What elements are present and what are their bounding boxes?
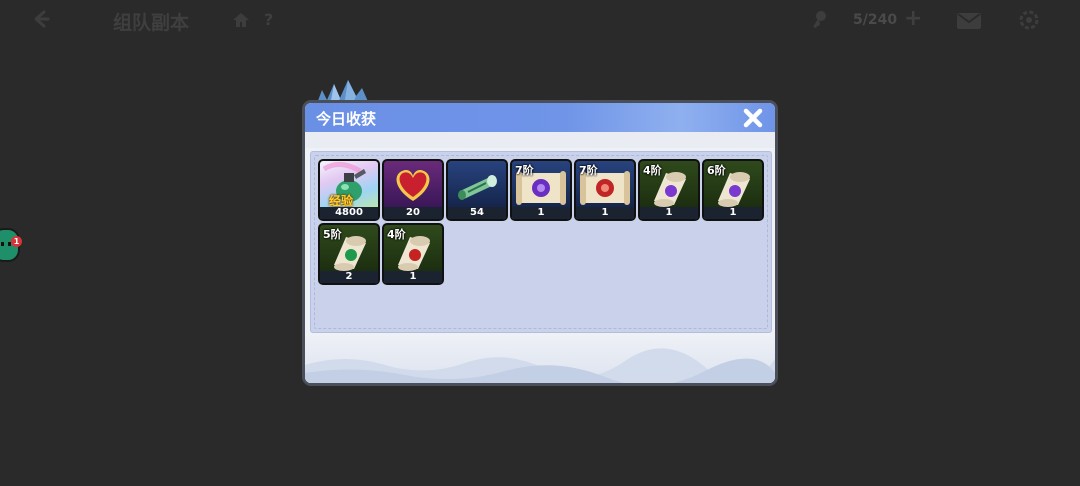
tier-label: 5阶 xyxy=(323,228,342,241)
reward-item-tier-scroll[interactable]: 7阶 1 xyxy=(510,159,572,221)
tier-label: 6阶 xyxy=(707,164,726,177)
heart-icon xyxy=(396,169,430,201)
reward-item-tier-scroll[interactable]: 5阶 2 xyxy=(318,223,380,285)
help-button[interactable]: ? xyxy=(264,10,273,29)
rewards-panel: 经验 4800 20 54 7阶 1 7阶 1 4阶 1 6阶 1 5阶 2 4… xyxy=(310,151,772,333)
reward-item-tier-scroll[interactable]: 6阶 1 xyxy=(702,159,764,221)
tier-label: 4阶 xyxy=(387,228,406,241)
green-scroll-tube-icon xyxy=(458,175,497,200)
item-count: 4800 xyxy=(320,207,378,219)
reward-item-heart[interactable]: 20 xyxy=(382,159,444,221)
top-bar: 组队副本 ? 5/240 + xyxy=(0,0,1080,42)
item-count: 20 xyxy=(384,207,442,219)
mail-icon[interactable] xyxy=(956,12,982,30)
reward-item-tier-scroll[interactable]: 4阶 1 xyxy=(638,159,700,221)
reward-item-exp[interactable]: 经验 4800 xyxy=(318,159,380,221)
tier-label: 4阶 xyxy=(643,164,662,177)
item-count: 54 xyxy=(448,207,506,219)
wave-decoration-icon xyxy=(305,348,775,383)
key-icon xyxy=(813,11,826,28)
notification-badge: 1 xyxy=(11,236,22,247)
item-count: 1 xyxy=(704,207,762,219)
tier-label: 7阶 xyxy=(515,164,534,177)
settings-gear-icon[interactable] xyxy=(1018,9,1040,31)
page-title: 组队副本 xyxy=(113,12,190,34)
item-count: 1 xyxy=(576,207,634,219)
reward-item-tier-scroll[interactable]: 7阶 1 xyxy=(574,159,636,221)
dialog-title: 今日收获 xyxy=(316,110,377,128)
add-capacity-button[interactable]: + xyxy=(904,6,922,31)
back-arrow-icon[interactable] xyxy=(30,8,52,30)
dialog-footer xyxy=(305,335,775,383)
item-count: 2 xyxy=(320,271,378,283)
close-icon[interactable] xyxy=(741,106,765,130)
item-count: 1 xyxy=(640,207,698,219)
reward-item-scroll-tube[interactable]: 54 xyxy=(446,159,508,221)
dialog-header: 今日收获 xyxy=(305,103,775,132)
item-count: 1 xyxy=(512,207,570,219)
capacity-counter: 5/240 xyxy=(853,12,898,28)
header-strip xyxy=(305,132,775,148)
exp-label: 经验 xyxy=(329,194,354,207)
home-icon[interactable] xyxy=(231,11,251,29)
daily-harvest-dialog: 今日收获 经验 4800 20 54 7阶 1 7阶 1 4阶 1 6阶 1 5… xyxy=(302,100,778,386)
tier-label: 7阶 xyxy=(579,164,598,177)
reward-item-tier-scroll[interactable]: 4阶 1 xyxy=(382,223,444,285)
item-count: 1 xyxy=(384,271,442,283)
